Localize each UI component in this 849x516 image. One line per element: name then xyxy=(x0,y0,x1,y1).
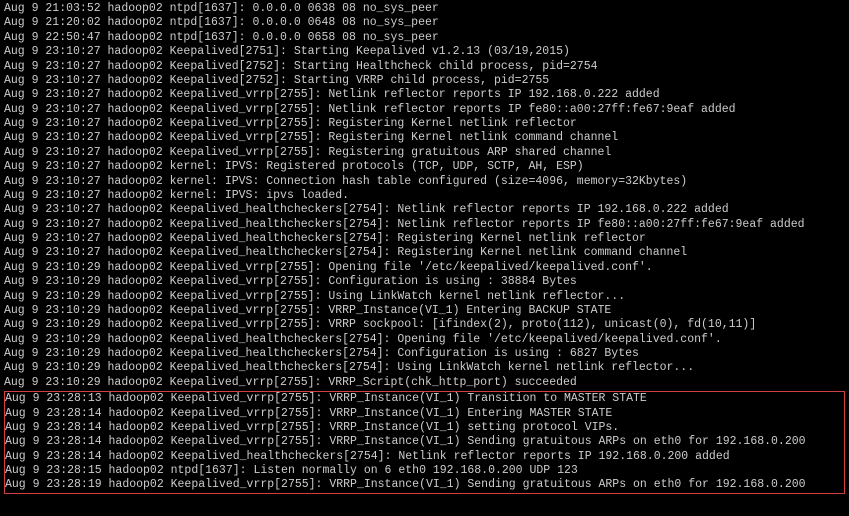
log-line: Aug 9 23:10:27 hadoop02 Keepalived[2752]… xyxy=(4,74,845,88)
log-line: Aug 9 23:28:14 hadoop02 Keepalived_healt… xyxy=(5,450,844,464)
log-line: Aug 9 21:03:52 hadoop02 ntpd[1637]: 0.0.… xyxy=(4,2,845,16)
log-line: Aug 9 23:10:27 hadoop02 Keepalived_vrrp[… xyxy=(4,131,845,145)
log-line: Aug 9 23:10:29 hadoop02 Keepalived_vrrp[… xyxy=(4,376,845,390)
log-line: Aug 9 23:10:29 hadoop02 Keepalived_healt… xyxy=(4,347,845,361)
log-line: Aug 9 23:10:27 hadoop02 kernel: IPVS: Co… xyxy=(4,175,845,189)
log-line: Aug 9 23:10:27 hadoop02 kernel: IPVS: ip… xyxy=(4,189,845,203)
log-line: Aug 9 23:10:29 hadoop02 Keepalived_vrrp[… xyxy=(4,304,845,318)
log-line: Aug 9 23:28:19 hadoop02 Keepalived_vrrp[… xyxy=(5,478,844,492)
log-line: Aug 9 23:10:27 hadoop02 Keepalived_vrrp[… xyxy=(4,146,845,160)
log-line: Aug 9 23:28:14 hadoop02 Keepalived_vrrp[… xyxy=(5,435,844,449)
log-line: Aug 9 23:10:29 hadoop02 Keepalived_vrrp[… xyxy=(4,275,845,289)
log-line: Aug 9 23:10:27 hadoop02 Keepalived_healt… xyxy=(4,232,845,246)
log-line: Aug 9 23:10:29 hadoop02 Keepalived_healt… xyxy=(4,361,845,375)
log-line: Aug 9 23:10:27 hadoop02 Keepalived[2752]… xyxy=(4,60,845,74)
log-line: Aug 9 23:10:29 hadoop02 Keepalived_vrrp[… xyxy=(4,290,845,304)
log-line: Aug 9 23:10:27 hadoop02 Keepalived_vrrp[… xyxy=(4,103,845,117)
log-line: Aug 9 21:20:02 hadoop02 ntpd[1637]: 0.0.… xyxy=(4,16,845,30)
log-line: Aug 9 23:10:27 hadoop02 Keepalived_healt… xyxy=(4,246,845,260)
log-line: Aug 9 23:10:27 hadoop02 Keepalived_healt… xyxy=(4,203,845,217)
log-line: Aug 9 23:10:27 hadoop02 Keepalived[2751]… xyxy=(4,45,845,59)
log-line: Aug 9 23:10:29 hadoop02 Keepalived_vrrp[… xyxy=(4,261,845,275)
log-line: Aug 9 23:10:27 hadoop02 Keepalived_vrrp[… xyxy=(4,117,845,131)
log-line: Aug 9 23:10:29 hadoop02 Keepalived_vrrp[… xyxy=(4,318,845,332)
log-line: Aug 9 23:10:27 hadoop02 Keepalived_vrrp[… xyxy=(4,88,845,102)
log-line: Aug 9 23:10:27 hadoop02 Keepalived_healt… xyxy=(4,218,845,232)
log-section-highlighted: Aug 9 23:28:13 hadoop02 Keepalived_vrrp[… xyxy=(4,391,845,494)
log-line: Aug 9 23:28:15 hadoop02 ntpd[1637]: List… xyxy=(5,464,844,478)
log-line: Aug 9 23:28:13 hadoop02 Keepalived_vrrp[… xyxy=(5,392,844,406)
log-line: Aug 9 23:28:14 hadoop02 Keepalived_vrrp[… xyxy=(5,407,844,421)
log-line: Aug 9 22:50:47 hadoop02 ntpd[1637]: 0.0.… xyxy=(4,31,845,45)
terminal-output[interactable]: Aug 9 21:03:52 hadoop02 ntpd[1637]: 0.0.… xyxy=(4,2,845,494)
log-section-top: Aug 9 21:03:52 hadoop02 ntpd[1637]: 0.0.… xyxy=(4,2,845,390)
log-line: Aug 9 23:10:27 hadoop02 kernel: IPVS: Re… xyxy=(4,160,845,174)
log-line: Aug 9 23:10:29 hadoop02 Keepalived_healt… xyxy=(4,333,845,347)
log-line: Aug 9 23:28:14 hadoop02 Keepalived_vrrp[… xyxy=(5,421,844,435)
